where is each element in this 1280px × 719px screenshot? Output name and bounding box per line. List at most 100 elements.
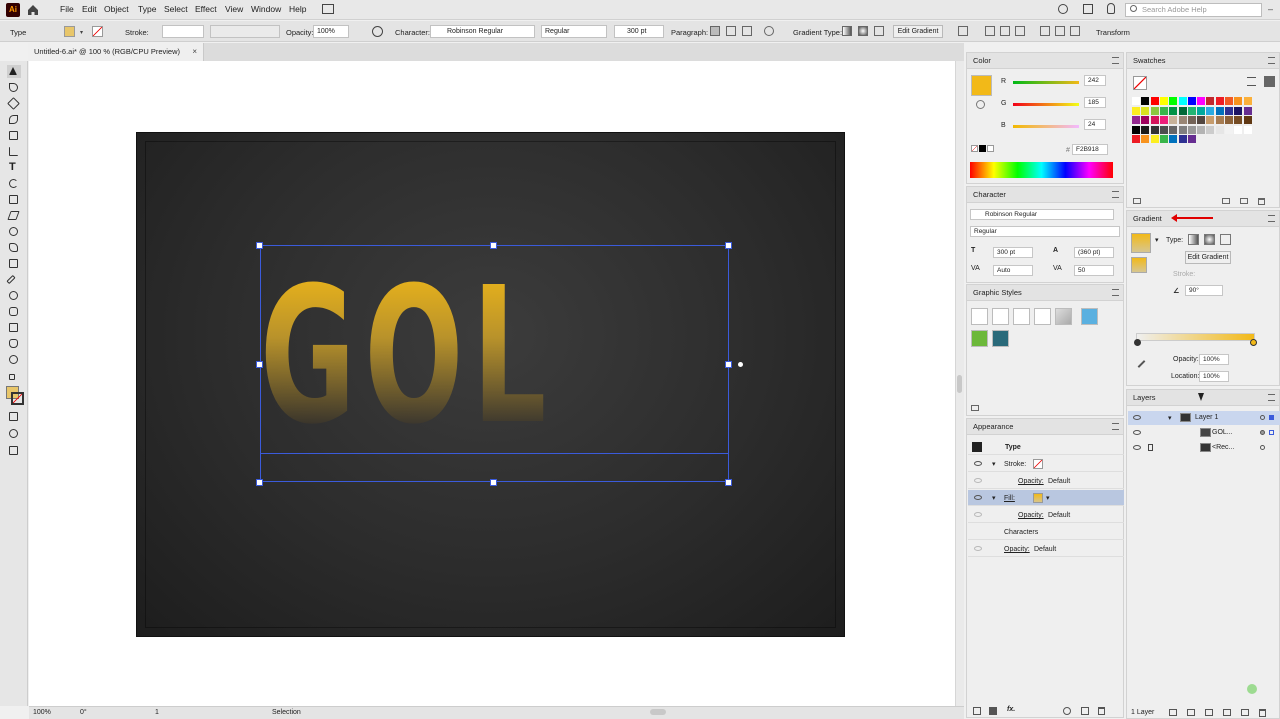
chevron-down-icon[interactable]: ▾ [1046,494,1050,502]
color-swatch[interactable] [1169,106,1178,115]
layer-name[interactable]: Layer 1 [1195,414,1218,421]
shape-builder-tool-icon[interactable] [7,241,21,254]
appearance-stroke-row[interactable]: ▾ Stroke: [968,456,1124,472]
create-new-sublayer-icon[interactable] [1223,709,1231,716]
layer-name[interactable]: GOL... [1212,429,1233,436]
color-swatch[interactable] [1215,125,1224,134]
swap-fill-stroke-icon[interactable] [7,372,21,385]
horizontal-scrollbar-thumb[interactable] [650,709,666,715]
thumbnail-view-icon[interactable] [1264,76,1275,87]
stroke-weight-field[interactable] [162,25,204,38]
eyedropper-icon[interactable] [1137,360,1146,368]
color-swatch[interactable] [1187,116,1196,124]
color-swatch[interactable] [1132,116,1140,124]
discover-icon[interactable] [1107,3,1115,14]
color-swatch[interactable] [1206,106,1215,115]
freeform-gradient-icon[interactable] [874,26,884,36]
panel-menu-icon[interactable] [1112,423,1119,430]
add-new-fill-icon[interactable] [989,707,997,715]
resize-handle-top-right[interactable] [725,242,732,249]
align-horizontal-right-icon[interactable] [1015,26,1025,36]
fill-swatch[interactable] [1033,493,1043,503]
menu-help[interactable]: Help [289,4,306,14]
color-swatch[interactable] [1132,135,1140,143]
eye-icon[interactable] [974,461,982,466]
duplicate-item-icon[interactable] [1081,707,1089,715]
radial-gradient-icon[interactable] [1204,234,1215,245]
color-swatch[interactable] [1197,125,1206,134]
menu-effect[interactable]: Effect [195,4,217,14]
stroke-color-icon[interactable] [976,100,985,109]
gradient-fill-thumbnail[interactable] [1131,257,1147,273]
color-swatch[interactable] [1141,125,1150,134]
edit-gradient-button[interactable]: Edit Gradient [893,25,943,38]
font-size-field[interactable]: 300 pt [614,25,664,38]
menu-file[interactable]: File [60,4,74,14]
menu-edit[interactable]: Edit [82,4,97,14]
linear-gradient-icon[interactable] [842,26,852,36]
color-swatch[interactable] [1243,106,1252,115]
delete-layer-icon[interactable] [1259,709,1266,717]
color-swatch[interactable] [1159,125,1168,134]
align-vertical-bottom-icon[interactable] [1070,26,1080,36]
align-left-icon[interactable] [710,26,720,36]
text-options-icon[interactable] [764,26,774,36]
color-swatch[interactable] [1234,97,1243,105]
color-swatch[interactable] [1178,106,1187,115]
color-swatch[interactable] [1206,125,1215,134]
align-horizontal-left-icon[interactable] [985,26,995,36]
panel-menu-icon[interactable] [1268,215,1275,222]
artboard-number-field[interactable]: 1 [155,708,185,718]
color-swatch[interactable] [1132,106,1140,115]
layer-row[interactable]: GOL... [1128,426,1280,440]
appearance-fill-opacity-row[interactable]: Opacity: Default [968,507,1124,523]
edit-gradient-button[interactable]: Edit Gradient [1185,251,1231,264]
new-color-group-icon[interactable] [1222,198,1230,204]
eye-icon[interactable] [974,478,982,483]
blue-value[interactable]: 24 [1084,119,1106,130]
artboard-tool-icon[interactable] [7,321,21,334]
color-swatch[interactable] [1225,106,1233,115]
screen-mode-icon[interactable] [7,444,21,457]
color-swatch[interactable] [1197,97,1206,105]
graphic-style-8[interactable] [992,330,1009,347]
rotation-field[interactable]: 0° [80,708,120,718]
color-swatch[interactable] [1225,125,1233,134]
color-swatch[interactable] [1234,125,1243,134]
free-transform-tool-icon[interactable] [7,257,21,270]
fill-stroke-indicator[interactable] [1133,76,1147,90]
layer-row[interactable]: ▾ Layer 1 [1128,411,1280,425]
font-style-select[interactable]: Regular [541,25,607,38]
eye-icon[interactable] [1133,445,1141,450]
angle-field[interactable]: 90° [1185,285,1223,296]
target-icon[interactable] [1260,430,1265,435]
selection-indicator[interactable] [1269,415,1274,420]
selection-tool-icon[interactable] [7,65,21,78]
fill-swatch[interactable] [64,26,75,37]
current-tool-status[interactable]: Selection [272,708,332,718]
clear-appearance-icon[interactable] [1063,707,1071,715]
hand-tool-icon[interactable] [7,337,21,350]
color-swatch[interactable] [1169,125,1178,134]
arrange-documents-icon[interactable] [1083,4,1093,14]
eye-icon[interactable] [1133,430,1141,435]
align-center-icon[interactable] [726,26,736,36]
color-swatch[interactable] [1243,116,1252,124]
graphic-style-5[interactable] [1055,308,1072,325]
panel-menu-icon[interactable] [1112,57,1119,64]
font-family-field[interactable]: Robinson Regular [970,209,1114,220]
graphic-style-2[interactable] [992,308,1009,325]
none-color-icon[interactable] [971,145,978,152]
paintbrush-tool-icon[interactable] [7,145,21,158]
tracking-field[interactable]: 50 [1074,265,1114,276]
align-vertical-top-icon[interactable] [1040,26,1050,36]
kerning-field[interactable]: Auto [993,265,1033,276]
color-swatch[interactable] [1215,97,1224,105]
text-threading-port[interactable] [738,362,743,367]
search-help-input[interactable]: Search Adobe Help [1125,3,1262,17]
color-swatch[interactable] [1178,116,1187,124]
chevron-down-icon[interactable]: ▾ [1168,414,1172,422]
color-swatch[interactable] [1215,106,1224,115]
zoom-tool-icon[interactable] [7,353,21,366]
color-swatch[interactable] [1178,135,1187,143]
